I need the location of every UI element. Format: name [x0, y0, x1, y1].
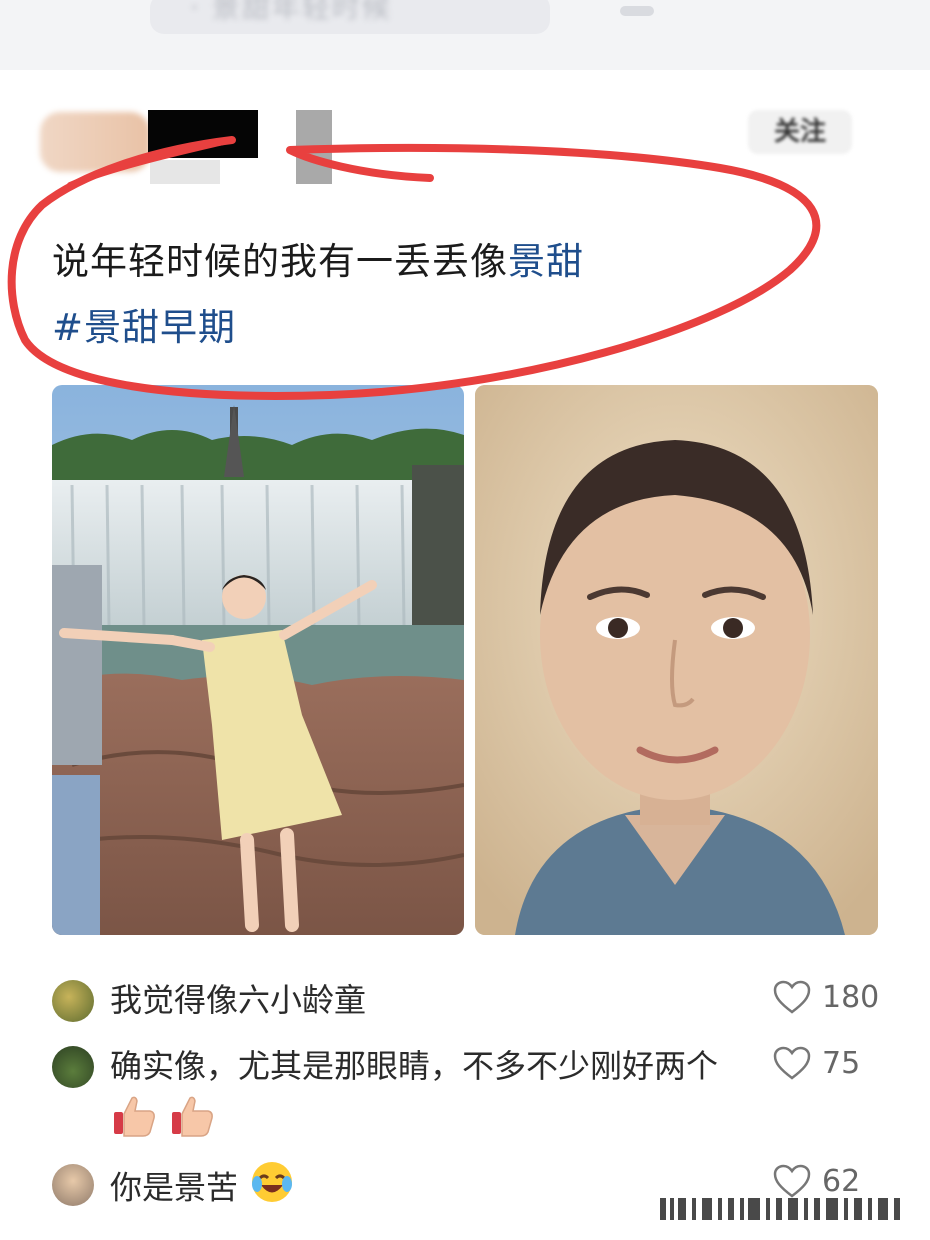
post-image-portrait[interactable] [475, 385, 878, 935]
waterfall-photo-icon [52, 385, 464, 935]
portrait-photo-icon [475, 385, 878, 935]
comment-text: 确实像，尤其是那眼睛，不多不少刚好两个 [110, 1040, 750, 1155]
watermark-pattern [660, 1198, 900, 1220]
like-count: 75 [822, 1046, 861, 1081]
hashtag-link[interactable]: #景甜早期 [52, 298, 236, 358]
laughing-crying-icon [248, 1158, 296, 1221]
comment-text-body: 确实像，尤其是那眼睛，不多不少刚好两个 [110, 1047, 719, 1085]
search-pill-text: · 景甜年轻时候 [190, 0, 392, 24]
avatar[interactable] [52, 1164, 94, 1206]
author-meta-redacted [296, 110, 332, 184]
comment-text-body: 你是景苦 [110, 1168, 239, 1207]
caption-text: 说年轻时候的我有一丢丢像 [52, 240, 508, 283]
post-header: 关注 [0, 100, 930, 200]
author-name-redacted [148, 110, 258, 158]
post-image-waterfall[interactable] [52, 385, 464, 935]
heart-icon[interactable] [772, 978, 812, 1018]
follow-button[interactable]: 关注 [748, 110, 852, 154]
heart-icon[interactable] [772, 1044, 812, 1084]
avatar[interactable] [52, 1046, 94, 1088]
top-search-bar[interactable]: · 景甜年轻时候 [0, 0, 930, 70]
avatar[interactable] [52, 980, 94, 1022]
caption-mention-link[interactable]: 景甜 [508, 240, 584, 283]
thumbs-up-icon [110, 1092, 158, 1155]
like-count: 180 [822, 980, 880, 1015]
comment-text: 我觉得像六小龄童 [110, 981, 367, 1019]
author-avatar[interactable] [40, 112, 150, 172]
post-caption: 说年轻时候的我有一丢丢像景甜 [52, 232, 584, 292]
thumbs-up-icon [168, 1092, 216, 1155]
tab-indicator [620, 6, 654, 16]
author-subtitle-redacted [150, 160, 220, 184]
